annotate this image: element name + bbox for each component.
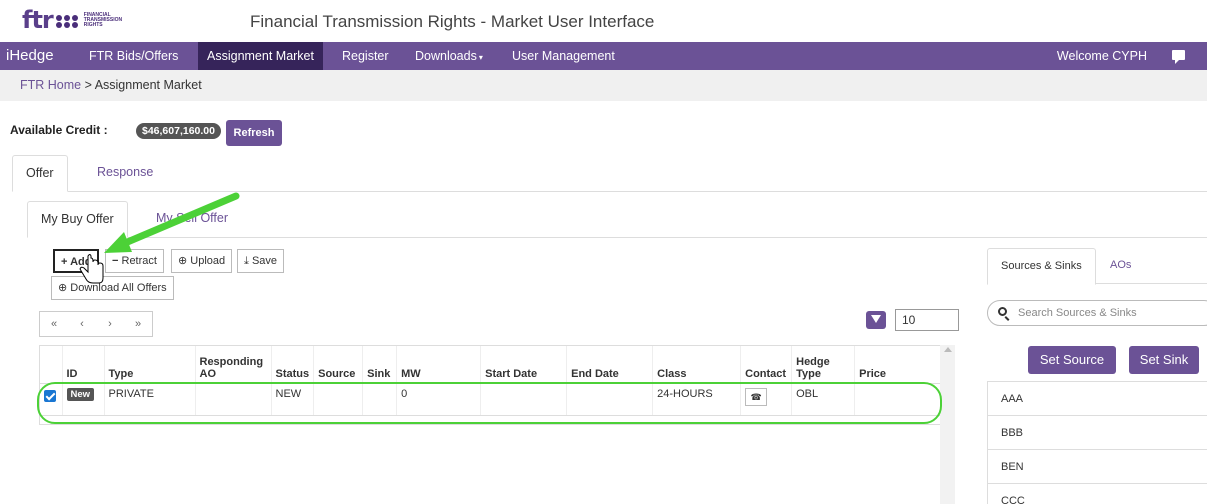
col-responding-ao[interactable]: Responding AO — [195, 346, 272, 384]
pager-next-button[interactable]: › — [96, 312, 124, 336]
col-id[interactable]: ID — [62, 346, 105, 384]
search-icon — [998, 307, 1007, 316]
col-price[interactable]: Price — [854, 346, 942, 384]
col-start-date[interactable]: Start Date — [480, 346, 568, 384]
upload-button[interactable]: ⊕ Upload — [171, 249, 233, 273]
col-contact[interactable]: Contact — [740, 346, 793, 384]
nav-item-downloads[interactable]: Downloads ▾ — [406, 42, 492, 70]
nav-item-assignment-market[interactable]: Assignment Market — [198, 42, 323, 70]
ftr-logo: ftr FINANCIAL TRANSMISSION RIGHTS — [22, 6, 132, 34]
col-source[interactable]: Source — [313, 346, 364, 384]
col-class[interactable]: Class — [652, 346, 742, 384]
pager-prev-button[interactable]: ‹ — [68, 312, 96, 336]
right-panel-tabs: Sources & Sinks AOs — [987, 248, 1207, 285]
breadcrumb-home-link[interactable]: FTR Home — [20, 78, 81, 92]
tab-sources-sinks[interactable]: Sources & Sinks — [987, 248, 1096, 285]
available-credit-badge: $46,607,160.00 — [136, 123, 221, 139]
list-item[interactable]: CCC — [987, 484, 1207, 504]
retract-label: Retract — [121, 255, 157, 267]
nav-item-user-management[interactable]: User Management — [503, 42, 624, 70]
save-label: Save — [251, 255, 278, 267]
col-type[interactable]: Type — [104, 346, 196, 384]
chat-icon[interactable] — [1172, 50, 1185, 64]
refresh-button[interactable]: Refresh — [226, 120, 282, 146]
nav-item-ftr-bids-offers[interactable]: FTR Bids/Offers — [80, 42, 187, 70]
save-icon: ⤓ — [244, 255, 249, 267]
save-button[interactable]: ⤓ Save — [237, 249, 285, 273]
sources-sinks-search-input[interactable]: Search Sources & Sinks — [987, 300, 1207, 326]
pager: « ‹ › » — [39, 311, 153, 337]
main-tabs: Offer Response — [12, 155, 1207, 192]
tab-response[interactable]: Response — [84, 155, 166, 192]
nav-item-register[interactable]: Register — [333, 42, 398, 70]
tab-aos[interactable]: AOs — [1097, 248, 1144, 285]
set-sink-button[interactable]: Set Sink — [1129, 346, 1199, 374]
col-sink[interactable]: Sink — [362, 346, 398, 384]
logo-subtitle: FINANCIAL TRANSMISSION RIGHTS — [83, 11, 123, 28]
col-mw[interactable]: MW — [396, 346, 482, 384]
plus-icon: + — [61, 256, 68, 268]
pager-last-button[interactable]: » — [124, 312, 152, 336]
nav-brand[interactable]: iHedge — [6, 47, 54, 64]
list-item[interactable]: BBB — [987, 416, 1207, 450]
page-size-input[interactable]: 10 — [895, 309, 959, 331]
breadcrumb-bar: FTR Home > Assignment Market — [0, 70, 1207, 101]
main-navbar: iHedge FTR Bids/Offers Assignment Market… — [0, 42, 1207, 70]
pager-first-button[interactable]: « — [40, 312, 68, 336]
download-icon: ⊕ — [58, 282, 68, 294]
add-button[interactable]: + Add — [53, 249, 100, 273]
caret-down-icon: ▾ — [478, 53, 483, 62]
sources-sinks-list: AAA BBB BEN CCC — [987, 381, 1207, 504]
upload-label: Upload — [190, 255, 226, 267]
welcome-user[interactable]: Welcome CYPH — [1057, 42, 1147, 70]
add-label: Add — [70, 256, 92, 268]
downloads-label: Downloads — [415, 49, 477, 63]
available-credit-label: Available Credit : — [10, 123, 108, 137]
breadcrumb: FTR Home > Assignment Market — [20, 78, 202, 92]
tab-my-sell-offer[interactable]: My Sell Offer — [143, 201, 241, 238]
retract-button[interactable]: − Retract — [105, 249, 164, 273]
minus-icon: − — [112, 255, 119, 267]
upload-icon: ⊕ — [178, 255, 188, 267]
row-highlight-annotation — [37, 382, 942, 424]
breadcrumb-current: Assignment Market — [94, 78, 202, 92]
offer-subtabs: My Buy Offer My Sell Offer — [27, 201, 1207, 238]
app-title: Financial Transmission Rights - Market U… — [250, 12, 655, 31]
list-item[interactable]: BEN — [987, 450, 1207, 484]
set-source-button[interactable]: Set Source — [1028, 346, 1116, 374]
scroll-up-icon[interactable] — [944, 347, 952, 352]
col-status[interactable]: Status — [271, 346, 315, 384]
col-hedge-type[interactable]: Hedge Type — [791, 346, 856, 384]
table-header-row: ID Type Responding AO Status Source Sink… — [40, 346, 942, 384]
top-header: ftr FINANCIAL TRANSMISSION RIGHTS Financ… — [0, 0, 1207, 42]
download-all-label: Download All Offers — [70, 282, 167, 294]
tab-my-buy-offer[interactable]: My Buy Offer — [27, 201, 128, 238]
download-all-offers-button[interactable]: ⊕ Download All Offers — [51, 276, 174, 300]
logo-dots-icon — [55, 14, 79, 28]
grid-scrollbar[interactable] — [940, 345, 955, 504]
tab-offer[interactable]: Offer — [12, 155, 68, 192]
logo-text: ftr — [22, 6, 54, 34]
breadcrumb-separator: > — [81, 78, 95, 92]
col-end-date[interactable]: End Date — [566, 346, 654, 384]
filter-icon[interactable] — [866, 311, 886, 329]
list-item[interactable]: AAA — [987, 382, 1207, 416]
col-select — [40, 346, 63, 384]
